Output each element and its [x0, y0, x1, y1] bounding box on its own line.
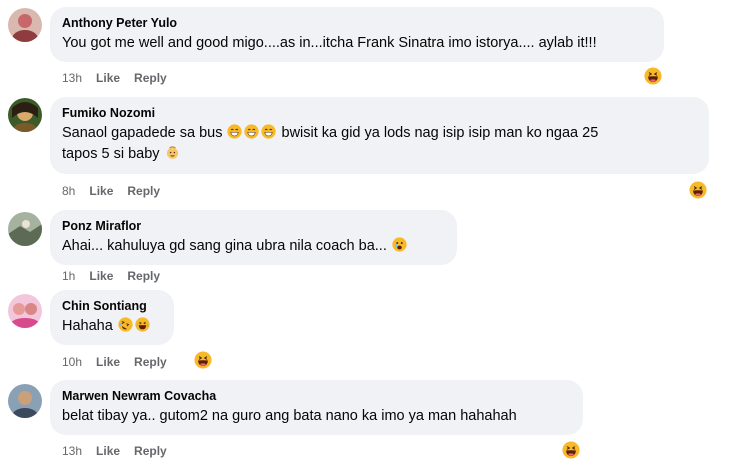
comment-bubble: Fumiko Nozomi Sanaol gapadede sa bus bwi…: [50, 97, 709, 174]
comment-text-part: Sanaol gapadede sa bus: [62, 125, 223, 141]
haha-reaction-icon[interactable]: [194, 351, 212, 369]
comment-timestamp[interactable]: 13h: [62, 444, 82, 458]
reply-button[interactable]: Reply: [134, 355, 167, 369]
comment-text: Ahai... kahuluya gd sang gina ubra nila …: [62, 236, 445, 257]
baby-emoji-icon: [165, 145, 180, 160]
grinning-emoji-icon: [261, 124, 276, 139]
avatar[interactable]: [8, 212, 42, 246]
comment-text: Sanaol gapadede sa bus bwisit ka gid ya …: [62, 123, 697, 165]
comment-text-part: Ahai... kahuluya gd sang gina ubra nila …: [62, 238, 387, 254]
comment-author[interactable]: Chin Sontiang: [62, 298, 162, 314]
like-button[interactable]: Like: [96, 355, 120, 369]
comment-text-part: tapos 5 si baby: [62, 146, 160, 162]
tears-of-joy-emoji-icon: [135, 317, 150, 332]
comment-bubble: Ponz Miraflor Ahai... kahuluya gd sang g…: [50, 210, 457, 265]
comment-author[interactable]: Marwen Newram Covacha: [62, 388, 571, 404]
comment-bubble: Anthony Peter Yulo You got me well and g…: [50, 7, 664, 62]
comment-actions: 8h Like Reply: [62, 184, 160, 198]
avatar[interactable]: [8, 384, 42, 418]
like-button[interactable]: Like: [89, 269, 113, 283]
avatar[interactable]: [8, 294, 42, 328]
comment-bubble: Chin Sontiang Hahaha: [50, 290, 174, 345]
comment-author[interactable]: Anthony Peter Yulo: [62, 15, 652, 31]
comment-actions: 10h Like Reply: [62, 355, 167, 369]
haha-reaction-icon[interactable]: [562, 441, 580, 459]
comment-timestamp[interactable]: 1h: [62, 269, 75, 283]
comment-bubble: Marwen Newram Covacha belat tibay ya.. g…: [50, 380, 583, 435]
rofl-emoji-icon: [118, 317, 133, 332]
haha-reaction-icon[interactable]: [689, 181, 707, 199]
comment-author[interactable]: Ponz Miraflor: [62, 218, 445, 234]
avatar[interactable]: [8, 8, 42, 42]
comment-timestamp[interactable]: 8h: [62, 184, 75, 198]
avatar[interactable]: [8, 98, 42, 132]
like-button[interactable]: Like: [96, 71, 120, 85]
comment-timestamp[interactable]: 13h: [62, 71, 82, 85]
reply-button[interactable]: Reply: [134, 71, 167, 85]
like-button[interactable]: Like: [89, 184, 113, 198]
like-button[interactable]: Like: [96, 444, 120, 458]
comment-actions: 13h Like Reply: [62, 444, 167, 458]
reply-button[interactable]: Reply: [127, 184, 160, 198]
comment-author[interactable]: Fumiko Nozomi: [62, 105, 697, 121]
comment-text: You got me well and good migo....as in..…: [62, 35, 597, 51]
reply-button[interactable]: Reply: [127, 269, 160, 283]
comment-text-part: Hahaha: [62, 318, 113, 334]
haha-reaction-icon[interactable]: [644, 67, 662, 85]
comment-text-part: bwisit ka gid ya lods nag isip isip man …: [281, 125, 599, 141]
comment-timestamp[interactable]: 10h: [62, 355, 82, 369]
crying-emoji-icon: [392, 237, 407, 252]
grinning-emoji-icon: [227, 124, 242, 139]
comment-text: belat tibay ya.. gutom2 na guro ang bata…: [62, 408, 517, 424]
reply-button[interactable]: Reply: [134, 444, 167, 458]
grinning-emoji-icon: [244, 124, 259, 139]
comment-text: Hahaha: [62, 316, 162, 337]
comment-actions: 1h Like Reply: [62, 269, 160, 283]
comment-actions: 13h Like Reply: [62, 71, 167, 85]
